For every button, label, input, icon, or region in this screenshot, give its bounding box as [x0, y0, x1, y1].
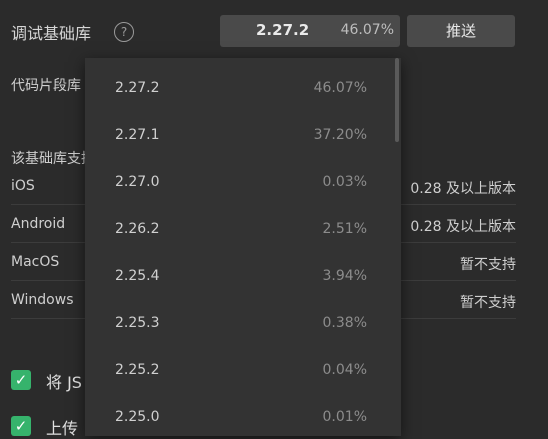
help-icon[interactable]: ? — [114, 22, 134, 42]
push-button[interactable]: 推送 — [407, 15, 515, 47]
version-select[interactable]: 2.27.2 46.07% — [220, 15, 400, 47]
platform-android-status: 0.28 及以上版本 — [410, 219, 516, 235]
option-version: 2.25.4 — [115, 268, 160, 284]
option-percent: 0.04% — [322, 362, 367, 378]
version-option[interactable]: 2.25.4 3.94% — [85, 246, 401, 293]
option-version: 2.26.2 — [115, 221, 160, 237]
option-version: 2.27.0 — [115, 174, 160, 190]
version-option[interactable]: 2.25.3 0.38% — [85, 293, 401, 340]
version-option[interactable]: 2.26.2 2.51% — [85, 199, 401, 246]
option-version: 2.25.3 — [115, 315, 160, 331]
option-percent: 0.01% — [322, 409, 367, 425]
option-version: 2.27.2 — [115, 80, 160, 96]
option-version: 2.25.2 — [115, 362, 160, 378]
version-option[interactable]: 2.25.0 0.01% — [85, 387, 401, 434]
platform-windows-status: 暂不支持 — [460, 295, 516, 311]
option-percent: 37.20% — [313, 127, 367, 143]
selected-version: 2.27.2 — [256, 21, 310, 39]
selected-percent: 46.07% — [340, 22, 394, 38]
checkbox-upload[interactable]: ✓ — [11, 416, 31, 436]
option-percent: 0.03% — [322, 174, 367, 190]
checkbox-js[interactable]: ✓ — [11, 370, 31, 390]
option-percent: 2.51% — [322, 221, 367, 237]
version-dropdown[interactable]: 2.27.2 46.07% 2.27.1 37.20% 2.27.0 0.03%… — [85, 58, 401, 436]
version-option[interactable]: 2.27.1 37.20% — [85, 105, 401, 152]
version-option[interactable]: 2.27.0 0.03% — [85, 152, 401, 199]
support-heading: 该基础库支持 — [11, 151, 95, 167]
base-library-title: 调试基础库 — [11, 24, 92, 43]
platform-windows: Windows — [11, 292, 74, 308]
platform-macos-status: 暂不支持 — [460, 257, 516, 273]
platform-ios: iOS — [11, 178, 35, 194]
version-option[interactable]: 2.25.2 0.04% — [85, 340, 401, 387]
option-percent: 3.94% — [322, 268, 367, 284]
option-version: 2.25.0 — [115, 409, 160, 425]
version-option[interactable]: 2.27.2 46.07% — [85, 58, 401, 105]
platform-ios-status: 0.28 及以上版本 — [410, 181, 516, 197]
platform-macos: MacOS — [11, 254, 60, 270]
checkbox-upload-label: 上传 — [46, 419, 79, 438]
option-percent: 0.38% — [322, 315, 367, 331]
option-version: 2.27.1 — [115, 127, 160, 143]
checkbox-js-label: 将 JS — [46, 373, 82, 392]
snippet-label: 代码片段库 — [11, 78, 81, 94]
option-percent: 46.07% — [313, 80, 367, 96]
platform-android: Android — [11, 216, 66, 232]
